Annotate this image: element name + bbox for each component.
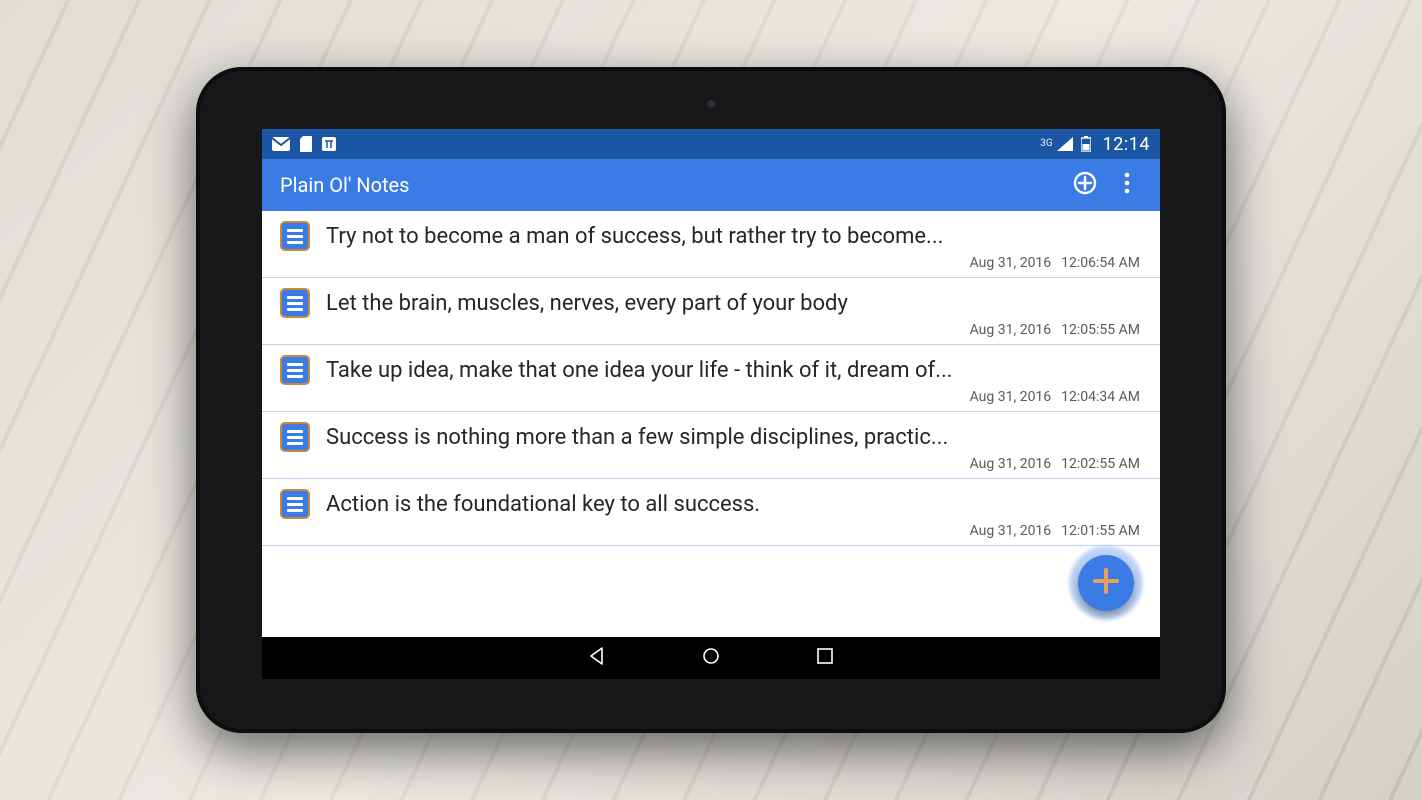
more-vert-icon bbox=[1124, 172, 1130, 198]
recents-icon bbox=[816, 647, 834, 669]
tablet-frame: 3G 12:14 Plain Ol' Notes bbox=[196, 67, 1226, 733]
battery-icon bbox=[1081, 136, 1091, 152]
tablet-camera bbox=[706, 98, 716, 108]
app-title: Plain Ol' Notes bbox=[280, 173, 409, 197]
note-row[interactable]: Try not to become a man of success, but … bbox=[262, 211, 1160, 278]
note-row[interactable]: Take up idea, make that one idea your li… bbox=[262, 345, 1160, 412]
add-note-fab[interactable] bbox=[1078, 555, 1134, 611]
status-left bbox=[272, 136, 336, 152]
plus-icon bbox=[1091, 566, 1121, 600]
note-title: Take up idea, make that one idea your li… bbox=[326, 358, 1142, 383]
text-icon bbox=[322, 137, 336, 151]
note-title: Let the brain, muscles, nerves, every pa… bbox=[326, 291, 1142, 316]
note-row[interactable]: Success is nothing more than a few simpl… bbox=[262, 412, 1160, 479]
note-icon bbox=[280, 221, 310, 251]
note-meta: Aug 31, 201612:05:55 AM bbox=[280, 322, 1142, 338]
back-button[interactable] bbox=[578, 639, 616, 677]
note-row[interactable]: Let the brain, muscles, nerves, every pa… bbox=[262, 278, 1160, 345]
device-screen: 3G 12:14 Plain Ol' Notes bbox=[262, 129, 1160, 679]
overflow-menu[interactable] bbox=[1106, 164, 1148, 206]
note-meta: Aug 31, 201612:06:54 AM bbox=[280, 255, 1142, 271]
network-label: 3G bbox=[1040, 139, 1052, 149]
note-meta: Aug 31, 201612:04:34 AM bbox=[280, 389, 1142, 405]
note-row[interactable]: Action is the foundational key to all su… bbox=[262, 479, 1160, 546]
note-title: Try not to become a man of success, but … bbox=[326, 224, 1142, 249]
clock: 12:14 bbox=[1103, 134, 1150, 155]
note-title: Action is the foundational key to all su… bbox=[326, 492, 1142, 517]
note-meta: Aug 31, 201612:02:55 AM bbox=[280, 456, 1142, 472]
home-icon bbox=[701, 646, 721, 670]
add-circle-icon bbox=[1072, 170, 1098, 200]
note-title: Success is nothing more than a few simpl… bbox=[326, 425, 1142, 450]
note-icon bbox=[280, 288, 310, 318]
note-meta: Aug 31, 201612:01:55 AM bbox=[280, 523, 1142, 539]
notes-list: Try not to become a man of success, but … bbox=[262, 211, 1160, 637]
signal-icon bbox=[1057, 137, 1073, 151]
back-icon bbox=[587, 646, 607, 670]
mail-icon bbox=[272, 137, 290, 151]
nav-bar bbox=[262, 637, 1160, 679]
note-icon bbox=[280, 489, 310, 519]
note-icon bbox=[280, 422, 310, 452]
sd-card-icon bbox=[300, 136, 312, 152]
new-note-action[interactable] bbox=[1064, 164, 1106, 206]
app-bar: Plain Ol' Notes bbox=[262, 159, 1160, 211]
note-icon bbox=[280, 355, 310, 385]
status-right: 3G 12:14 bbox=[1040, 134, 1150, 155]
fab-ripple bbox=[1066, 543, 1146, 623]
home-button[interactable] bbox=[692, 639, 730, 677]
status-bar: 3G 12:14 bbox=[262, 129, 1160, 159]
recents-button[interactable] bbox=[806, 639, 844, 677]
